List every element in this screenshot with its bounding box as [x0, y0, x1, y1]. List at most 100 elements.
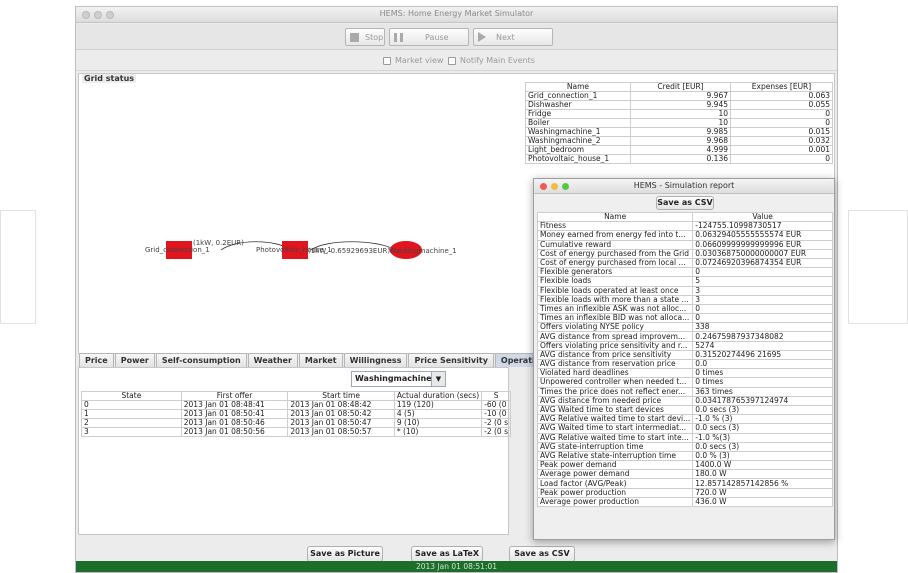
table-row[interactable]: Money earned from energy fed into t... 0.… — [536, 230, 833, 241]
table-cell[interactable]: Boiler — [525, 118, 631, 128]
table-cell[interactable]: 10 — [630, 118, 731, 128]
table-cell[interactable]: 0 — [730, 118, 833, 128]
column-header[interactable]: Credit [EUR] — [630, 82, 731, 92]
table-cell[interactable]: Money earned from energy fed into t... — [536, 230, 694, 241]
table-cell[interactable]: 2 — [81, 418, 182, 428]
table-cell[interactable]: Peak power demand — [536, 460, 694, 471]
table-cell[interactable]: Cost of energy purchased from local ... — [536, 257, 694, 269]
table-cell[interactable]: 3 — [692, 294, 833, 305]
table-cell[interactable]: AVG state-interruption time — [536, 441, 694, 452]
table-cell[interactable]: 0.24675987937348082 — [692, 331, 833, 342]
table-cell[interactable]: Cumulative reward — [536, 239, 694, 250]
table-cell[interactable]: Flexible loads operated at least once — [536, 285, 694, 296]
table-row[interactable]: Boiler 10 0 — [525, 118, 833, 128]
table-row[interactable]: 1 2013 Jan 01 08:50:41 2013 Jan 01 08:50:4… — [81, 409, 511, 419]
tab-market[interactable]: Market — [298, 353, 343, 367]
table-cell[interactable]: Times the price does not reflect ener... — [536, 386, 694, 397]
table-row[interactable]: Flexible loads 5 — [536, 276, 833, 287]
table-row[interactable]: Photovoltaic_house_1 0.136 0 — [525, 154, 833, 164]
table-row[interactable]: AVG Waited time to start devices 0.0 secs… — [536, 404, 833, 416]
table-cell[interactable]: 0 — [730, 154, 833, 164]
table-row[interactable]: Cost of energy purchased from the Grid 0.… — [536, 248, 833, 259]
table-row[interactable]: AVG Relative state-interruption time 0.0 … — [536, 450, 833, 462]
table-cell[interactable]: Offers violating price sensitivity and r… — [536, 340, 694, 351]
table-cell[interactable]: AVG Relative state-interruption time — [536, 450, 694, 462]
table-cell[interactable]: 2013 Jan 01 08:50:57 — [287, 427, 395, 437]
table-cell[interactable]: Offers violating NYSE policy — [536, 322, 694, 333]
table-cell[interactable]: 0.0 secs (3) — [692, 423, 833, 434]
table-cell[interactable]: 0.030368750000000007 EUR — [692, 248, 833, 259]
table-cell[interactable]: 9.968 — [630, 136, 731, 146]
table-cell[interactable]: 0.0 secs (3) — [692, 441, 833, 452]
table-row[interactable]: Fitness -124755.10998730517 — [536, 221, 833, 232]
table-cell[interactable]: 0.055 — [730, 100, 833, 110]
table-cell[interactable]: 2013 Jan 01 08:50:47 — [287, 418, 395, 428]
column-header[interactable]: Value — [692, 211, 833, 223]
table-cell[interactable]: 0.015 — [730, 127, 833, 137]
table-row[interactable]: Light_bedroom 4.999 0.001 — [525, 145, 833, 155]
table-cell[interactable]: Violated hard deadlines — [536, 368, 694, 379]
column-header[interactable]: First offer — [180, 391, 289, 401]
table-cell[interactable]: 2013 Jan 01 08:48:42 — [287, 400, 395, 410]
table-cell[interactable]: Light_bedroom — [525, 145, 631, 155]
table-cell[interactable]: 0 times — [692, 377, 833, 388]
table-cell[interactable]: Flexible loads with more than a state ..… — [536, 294, 694, 305]
table-row[interactable]: AVG distance from reservation price 0.0 — [536, 358, 833, 370]
table-row[interactable]: AVG distance from price sensitivity 0.315… — [536, 349, 833, 361]
table-cell[interactable]: 0.06329405555555574 EUR — [692, 230, 833, 241]
table-cell[interactable]: 0 — [692, 303, 833, 315]
table-row[interactable]: 0 2013 Jan 01 08:48:41 2013 Jan 01 08:48:4… — [81, 400, 511, 410]
save-as-csv-button[interactable]: Save as CSV — [509, 546, 575, 562]
table-cell[interactable]: AVG Waited time to start intermediat... — [536, 423, 694, 434]
table-cell[interactable]: AVG Waited time to start devices — [536, 404, 694, 416]
table-cell[interactable]: Times an inflexible BID was not alloca..… — [536, 313, 694, 324]
tab-price[interactable]: Price — [79, 353, 114, 367]
table-cell[interactable]: 0 — [692, 267, 833, 278]
tab-weather[interactable]: Weather — [247, 353, 298, 367]
report-save-csv-button[interactable]: Save as CSV — [656, 196, 714, 210]
table-cell[interactable]: Average power production — [536, 496, 694, 508]
save-as-picture-button[interactable]: Save as Picture — [307, 546, 383, 562]
table-cell[interactable]: 9.985 — [630, 127, 731, 137]
tab-price-sensitivity[interactable]: Price Sensitivity — [408, 353, 494, 367]
table-row[interactable]: 2 2013 Jan 01 08:50:46 2013 Jan 01 08:50:4… — [81, 418, 511, 428]
table-row[interactable]: Unpowered controller when needed t... 0 t… — [536, 377, 833, 388]
table-cell[interactable]: 0.0 — [692, 358, 833, 370]
table-cell[interactable]: Flexible loads — [536, 276, 694, 287]
table-cell[interactable]: -1.0 %(3) — [692, 432, 833, 443]
table-cell[interactable]: AVG distance from reservation price — [536, 358, 694, 370]
table-cell[interactable]: -1.0 % (3) — [692, 414, 833, 425]
table-cell[interactable]: 363 times — [692, 386, 833, 397]
table-cell[interactable]: AVG distance from spread improvem... — [536, 331, 694, 342]
table-cell[interactable]: -10 (0 — [481, 409, 511, 419]
table-cell[interactable]: 0 times — [692, 368, 833, 379]
table-row[interactable]: Cumulative reward 0.06609999999999996 EUR — [536, 239, 833, 250]
table-cell[interactable]: 0 — [81, 400, 182, 410]
table-cell[interactable]: 0 — [730, 109, 833, 119]
table-cell[interactable]: Load factor (AVG/Peak) — [536, 478, 694, 489]
table-cell[interactable]: -2 (0 s — [481, 418, 511, 428]
table-cell[interactable]: 3 — [692, 285, 833, 296]
table-cell[interactable]: 180.0 W — [692, 469, 833, 480]
table-row[interactable]: Fridge 10 0 — [525, 109, 833, 119]
table-cell[interactable]: 0.06609999999999996 EUR — [692, 239, 833, 250]
table-row[interactable]: Average power demand 180.0 W — [536, 469, 833, 480]
table-cell[interactable]: 0.032 — [730, 136, 833, 146]
table-cell[interactable]: Dishwasher — [525, 100, 631, 110]
table-cell[interactable]: -60 (0 — [481, 400, 511, 410]
table-cell[interactable]: AVG distance from needed price — [536, 395, 694, 406]
table-cell[interactable]: 2013 Jan 01 08:50:42 — [287, 409, 395, 419]
table-cell[interactable]: Flexible generators — [536, 267, 694, 278]
table-cell[interactable]: 9.945 — [630, 100, 731, 110]
table-cell[interactable]: 0.0 % (3) — [692, 450, 833, 462]
table-row[interactable]: Peak power production 720.0 W — [536, 487, 833, 498]
table-cell[interactable]: Fridge — [525, 109, 631, 119]
table-row[interactable]: AVG distance from needed price 0.03417876… — [536, 395, 833, 406]
table-row[interactable]: AVG distance from spread improvem... 0.24… — [536, 331, 833, 342]
table-row[interactable]: Cost of energy purchased from local ... 0… — [536, 257, 833, 269]
table-cell[interactable]: 2013 Jan 01 08:50:56 — [180, 427, 289, 437]
table-row[interactable]: Grid_connection_1 9.967 0.063 — [525, 91, 833, 101]
table-cell[interactable]: 0.001 — [730, 145, 833, 155]
table-row[interactable]: Flexible loads operated at least once 3 — [536, 285, 833, 296]
table-cell[interactable]: Unpowered controller when needed t... — [536, 377, 694, 388]
